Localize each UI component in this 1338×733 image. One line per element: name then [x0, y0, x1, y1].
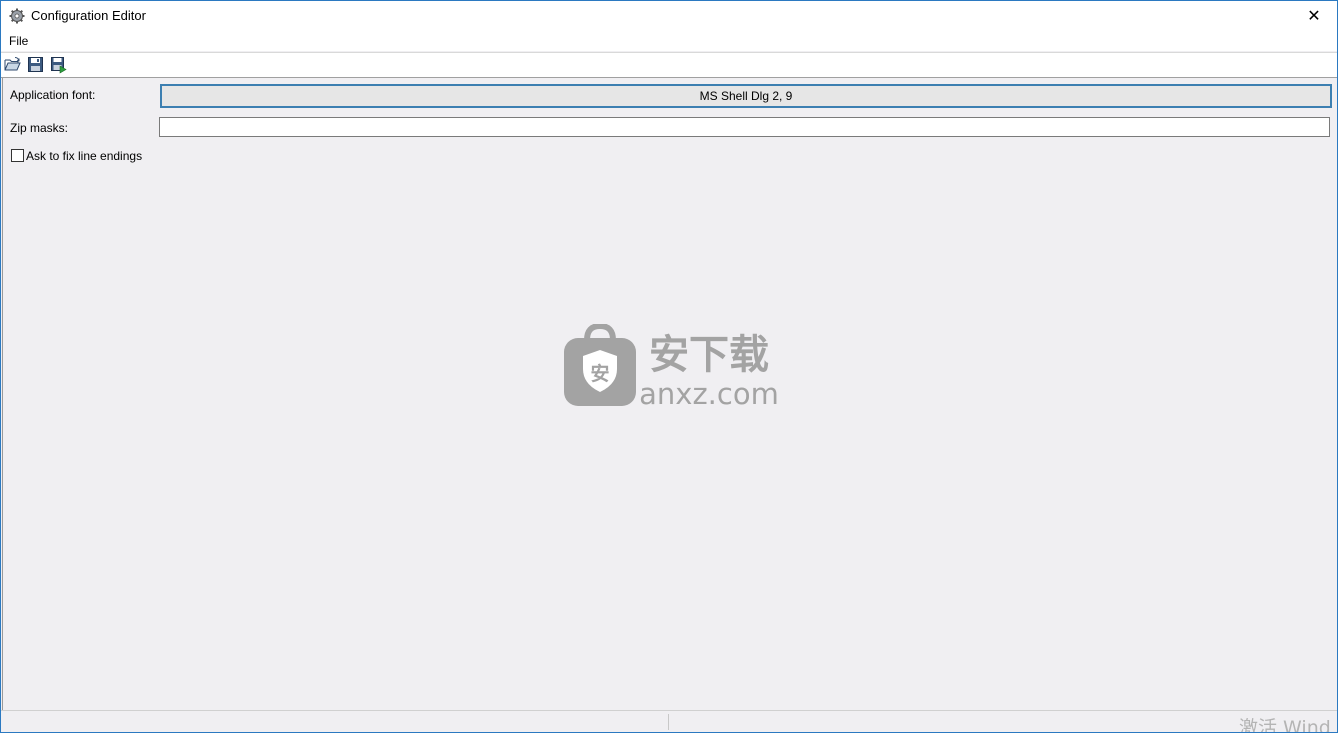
- anxz-watermark: 安 安下载 anxz.com: [563, 322, 783, 411]
- window-title: Configuration Editor: [31, 8, 146, 23]
- application-font-label: Application font:: [10, 88, 96, 102]
- status-bar: 激活 Wind: [1, 710, 1337, 733]
- settings-panel: Application font: MS Shell Dlg 2, 9 Zip …: [2, 78, 1337, 710]
- close-button[interactable]: ✕: [1291, 1, 1337, 31]
- zip-masks-label: Zip masks:: [10, 121, 69, 135]
- fix-line-endings-label[interactable]: Ask to fix line endings: [26, 149, 142, 163]
- save-icon[interactable]: [27, 56, 45, 74]
- menu-bar: File: [1, 31, 1337, 51]
- open-icon[interactable]: [4, 56, 22, 74]
- menu-file[interactable]: File: [9, 34, 28, 48]
- close-icon: ✕: [1307, 8, 1321, 25]
- watermark-shield-char: 安: [590, 362, 609, 385]
- configuration-editor-window: Configuration Editor ✕ File Application …: [0, 0, 1338, 733]
- watermark-domain: anxz.com: [639, 377, 779, 408]
- windows-activation-watermark: 激活 Wind: [1239, 717, 1331, 733]
- application-font-button[interactable]: MS Shell Dlg 2, 9: [160, 84, 1332, 108]
- save-as-icon[interactable]: [50, 56, 68, 74]
- zip-masks-input[interactable]: [159, 117, 1330, 137]
- title-bar: Configuration Editor ✕: [1, 1, 1337, 31]
- watermark-brand: 安下载: [649, 332, 769, 378]
- status-divider: [668, 714, 669, 730]
- gear-icon: [9, 8, 25, 24]
- toolbar: [1, 52, 1337, 78]
- fix-line-endings-checkbox[interactable]: [11, 149, 24, 162]
- application-font-value: MS Shell Dlg 2, 9: [699, 89, 793, 103]
